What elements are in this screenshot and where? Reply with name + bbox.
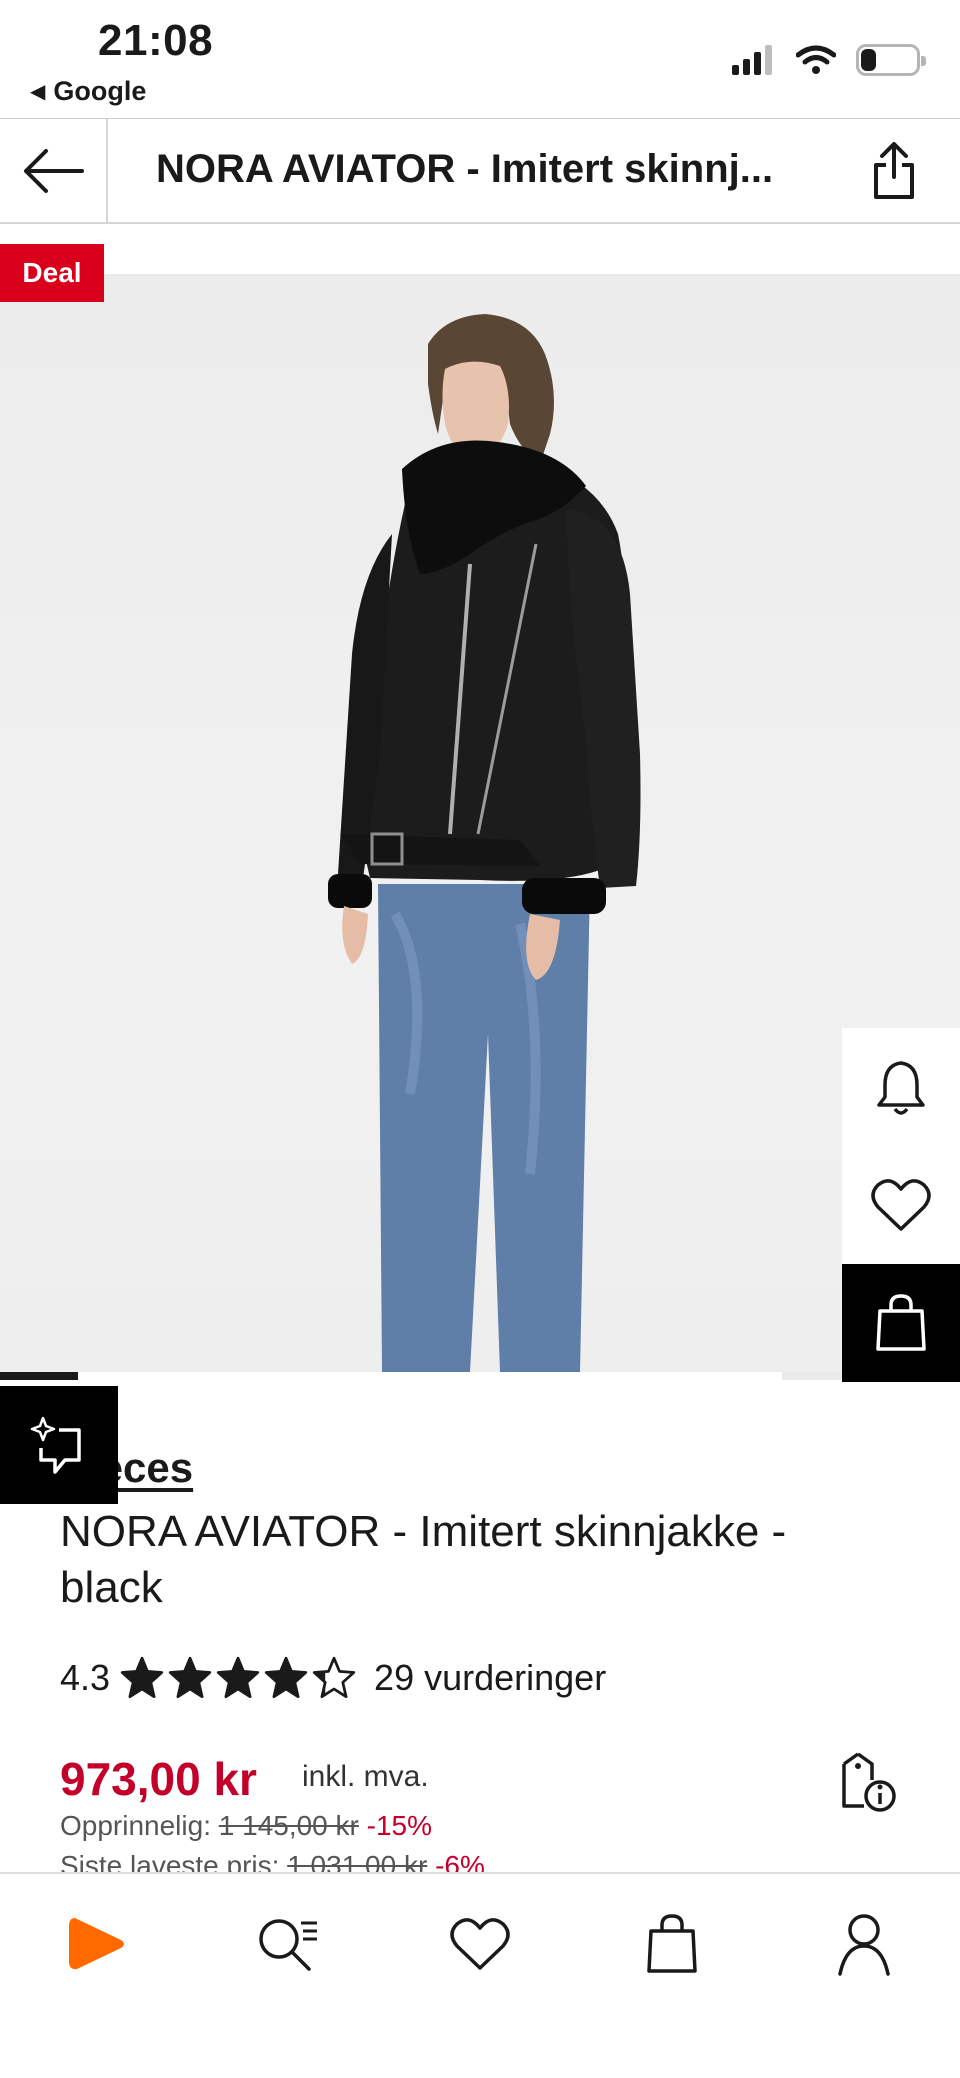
product-name: NORA AVIATOR - Imitert skinnjakke - blac… [60, 1507, 787, 1612]
star-icon [312, 1656, 356, 1699]
original-discount: -15% [366, 1810, 433, 1841]
nav-search[interactable] [248, 1904, 328, 1984]
status-bar: 21:08 ◀ Google 27 [0, 0, 960, 118]
compare-sparkle-icon [30, 1416, 81, 1474]
status-time: 21:08 [98, 16, 214, 65]
price-info-button[interactable] [836, 1750, 900, 1814]
deal-badge: Deal [0, 244, 104, 302]
star-icon [120, 1656, 164, 1699]
battery-nub [921, 56, 926, 66]
price-tag-info-icon [842, 1752, 896, 1812]
carousel-indicator [0, 1372, 78, 1380]
status-icons: 27 [732, 44, 926, 76]
back-to-app-label: Google [53, 76, 147, 106]
star-icon [264, 1656, 308, 1699]
original-price: 1 145,00 kr [218, 1810, 359, 1841]
signal-icon [732, 45, 772, 75]
original-price-label: Opprinnelig: [60, 1810, 211, 1841]
nav-home[interactable] [56, 1904, 136, 1984]
rating-row[interactable]: 4.3 29 vurderinger [60, 1656, 606, 1700]
bottom-navigation [0, 1872, 960, 2078]
vat-note: inkl. mva. [302, 1760, 429, 1793]
current-price: 973,00 kr [60, 1753, 257, 1805]
share-icon [874, 142, 914, 199]
compare-button[interactable] [0, 1386, 118, 1504]
wishlist-button[interactable] [842, 1146, 960, 1264]
battery-icon: 27 [856, 44, 926, 76]
rating-value: 4.3 [60, 1657, 111, 1698]
carousel-gap [78, 1372, 782, 1380]
cart-icon [647, 1914, 697, 1973]
search-icon [259, 1919, 317, 1971]
rating-count: 29 vurderinger [374, 1657, 607, 1698]
bag-icon [876, 1294, 926, 1351]
wishlist-icon [450, 1918, 510, 1970]
add-to-bag-button[interactable] [842, 1264, 960, 1382]
battery-level: 27 [875, 47, 901, 72]
share-button[interactable] [858, 135, 930, 207]
profile-icon [838, 1914, 890, 1976]
nav-profile[interactable] [824, 1904, 904, 1984]
page-title: NORA AVIATOR - Imitert skinnj... [156, 147, 774, 191]
nav-wishlist[interactable] [440, 1904, 520, 1984]
star-icon [168, 1656, 212, 1699]
page-header: NORA AVIATOR - Imitert skinnj... [0, 118, 960, 224]
star-icon [216, 1656, 260, 1699]
back-to-app-link[interactable]: ◀ Google [30, 76, 146, 107]
original-price-row: Opprinnelig: 1 145,00 kr -15% [60, 1810, 432, 1842]
carousel-progress [0, 1372, 960, 1380]
side-action-panel [842, 1028, 960, 1382]
arrow-left-icon [24, 149, 84, 193]
product-photo [328, 314, 641, 1372]
notify-button[interactable] [842, 1028, 960, 1146]
bell-icon [877, 1061, 925, 1115]
wifi-icon [796, 45, 836, 74]
nav-cart[interactable] [632, 1904, 712, 1984]
back-triangle-icon: ◀ [30, 81, 46, 103]
product-image[interactable] [0, 274, 960, 1372]
home-logo-icon [69, 1918, 124, 1970]
back-button[interactable] [0, 119, 108, 223]
heart-icon [871, 1179, 931, 1231]
rating-stars [120, 1656, 356, 1700]
